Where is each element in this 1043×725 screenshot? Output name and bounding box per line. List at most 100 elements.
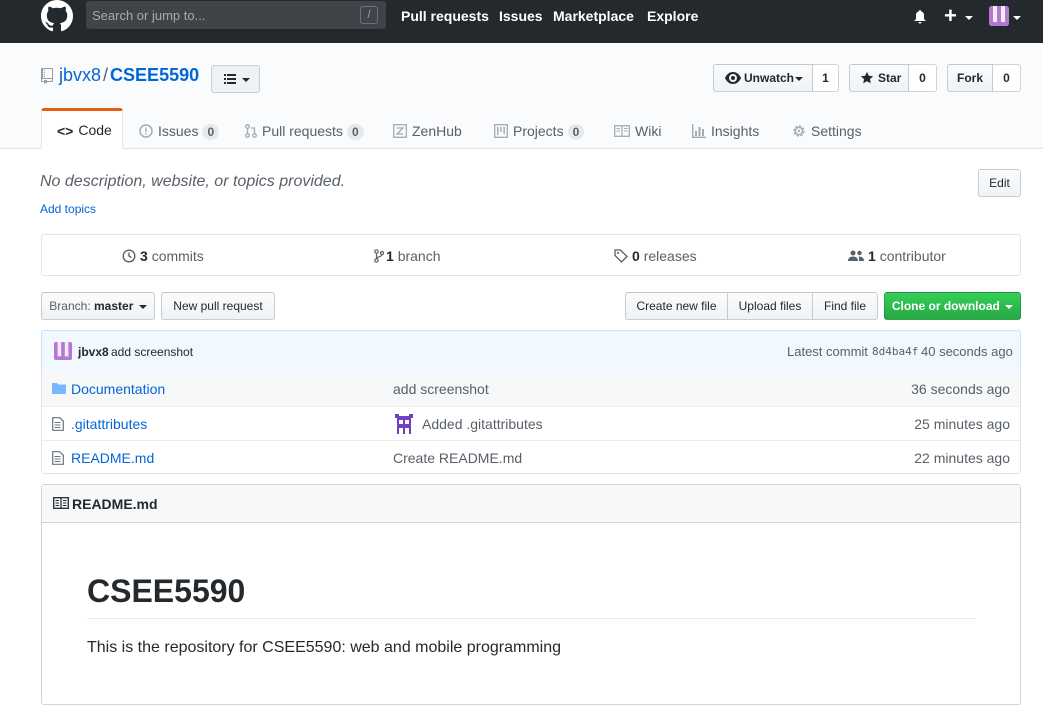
tab-wiki-label: Wiki xyxy=(635,123,662,139)
global-header: / Pull requests Issues Marketplace Explo… xyxy=(0,0,1043,43)
table-row: Documentation add screenshot 36 seconds … xyxy=(42,372,1020,406)
repo-name-link[interactable]: CSEE5590 xyxy=(110,65,199,85)
commit-sha-link[interactable]: 8d4ba4f xyxy=(872,345,918,358)
branch-prefix: Branch: xyxy=(49,299,91,313)
star-button[interactable]: Star xyxy=(849,64,909,92)
github-logo-icon[interactable] xyxy=(40,0,74,32)
tab-projects-label: Projects xyxy=(513,123,564,139)
forks-count[interactable]: 0 xyxy=(993,64,1021,92)
user-menu-caret-icon[interactable] xyxy=(1013,16,1021,20)
nav-explore[interactable]: Explore xyxy=(647,8,698,24)
tab-wiki[interactable]: Wiki xyxy=(614,123,661,149)
code-icon: <> xyxy=(57,123,74,140)
readme-body: This is the repository for CSEE5590: web… xyxy=(87,639,561,656)
projects-counter: 0 xyxy=(567,124,585,140)
unwatch-button[interactable]: Unwatch xyxy=(713,64,813,92)
contributors-link[interactable]: 1 contributor xyxy=(848,248,946,264)
tab-settings[interactable]: Settings xyxy=(792,123,862,149)
branches-link[interactable]: 1 branch xyxy=(374,248,441,264)
branch-select-button[interactable]: Branch: master xyxy=(41,292,155,320)
readme-box: README.md CSEE5590 This is the repositor… xyxy=(41,484,1021,705)
file-age: 25 minutes ago xyxy=(914,416,1010,432)
edit-description-button[interactable]: Edit xyxy=(978,169,1021,197)
fork-button[interactable]: Fork xyxy=(947,64,993,92)
graph-icon xyxy=(692,123,706,141)
repo-menu-button[interactable] xyxy=(211,65,260,93)
create-dropdown-caret-icon[interactable] xyxy=(965,16,973,20)
tab-zenhub[interactable]: ZenHub xyxy=(393,123,462,149)
stargazers-count[interactable]: 0 xyxy=(909,64,937,92)
file-name-link[interactable]: README.md xyxy=(71,450,154,466)
create-new-plus-icon[interactable]: + xyxy=(944,5,957,27)
fork-label: Fork xyxy=(956,71,983,85)
user-avatar[interactable] xyxy=(989,6,1009,26)
file-name-link[interactable]: .gitattributes xyxy=(71,416,147,432)
tab-insights-label: Insights xyxy=(711,123,760,139)
add-topics-link[interactable]: Add topics xyxy=(40,202,96,216)
issues-counter: 0 xyxy=(202,124,220,140)
repo-title: jbvx8/CSEE5590 xyxy=(59,65,199,86)
upload-files-button[interactable]: Upload files xyxy=(727,292,813,320)
search-shortcut-hint: / xyxy=(360,6,378,24)
file-age: 36 seconds ago xyxy=(911,381,1010,397)
find-file-button[interactable]: Find file xyxy=(812,292,878,320)
watchers-count[interactable]: 1 xyxy=(813,64,839,92)
nav-issues[interactable]: Issues xyxy=(499,8,543,24)
tab-issues-label: Issues xyxy=(158,123,199,139)
book-icon xyxy=(53,497,69,509)
file-commit-message-link[interactable]: Create README.md xyxy=(393,450,522,466)
commit-message-link[interactable]: add screenshot xyxy=(111,345,193,359)
list-icon xyxy=(224,74,236,84)
latest-commit-bar: jbvx8 add screenshot Latest commit 8d4ba… xyxy=(41,330,1021,373)
file-commit-message-link[interactable]: add screenshot xyxy=(393,381,489,397)
committer-avatar[interactable] xyxy=(393,414,415,434)
contributors-label: contributor xyxy=(879,248,946,264)
commit-age: 40 seconds ago xyxy=(921,344,1013,359)
identicon-icon xyxy=(989,6,1009,26)
repo-owner-link[interactable]: jbvx8 xyxy=(59,65,101,85)
file-commit-message-link[interactable]: Added .gitattributes xyxy=(422,416,543,432)
table-row: README.md Create README.md 22 minutes ag… xyxy=(42,440,1020,474)
commits-link[interactable]: 3 commits xyxy=(122,248,204,264)
tab-insights[interactable]: Insights xyxy=(692,123,759,149)
star-label: Star xyxy=(878,71,902,85)
new-pull-request-button[interactable]: New pull request xyxy=(161,292,275,320)
author-avatar[interactable] xyxy=(54,342,72,360)
latest-commit-label: Latest commit xyxy=(787,344,868,359)
nav-pull-requests[interactable]: Pull requests xyxy=(401,8,489,24)
tab-projects[interactable]: Projects 0 xyxy=(494,123,585,149)
repo-header: jbvx8/CSEE5590 Unwatch 1 Star 0 Fork 0 <… xyxy=(0,43,1043,149)
readme-filename: README.md xyxy=(72,496,158,512)
file-icon xyxy=(52,451,64,465)
chevron-down-icon xyxy=(138,304,147,309)
commit-author-link[interactable]: jbvx8 xyxy=(78,345,109,359)
file-icon xyxy=(52,417,64,431)
tab-pull-requests[interactable]: Pull requests 0 xyxy=(245,123,364,149)
file-name-link[interactable]: Documentation xyxy=(71,381,165,397)
chevron-down-icon xyxy=(242,78,250,82)
create-new-file-button[interactable]: Create new file xyxy=(625,292,728,320)
history-icon xyxy=(122,249,136,263)
issue-icon xyxy=(139,124,153,141)
branch-label: branch xyxy=(397,248,441,264)
commits-label: commits xyxy=(151,248,204,264)
tab-zenhub-label: ZenHub xyxy=(412,123,462,139)
tab-settings-label: Settings xyxy=(811,123,862,139)
branch-name: master xyxy=(94,299,134,313)
people-icon xyxy=(848,250,864,261)
readme-header: README.md xyxy=(42,485,1020,523)
tab-issues[interactable]: Issues 0 xyxy=(139,123,220,149)
nav-marketplace[interactable]: Marketplace xyxy=(553,8,634,24)
repo-icon xyxy=(41,68,53,84)
repo-description: No description, website, or topics provi… xyxy=(40,173,346,190)
tab-code[interactable]: <> Code xyxy=(41,108,123,149)
branch-icon xyxy=(374,249,385,263)
notifications-bell-icon[interactable] xyxy=(912,9,928,25)
releases-link[interactable]: 0 releases xyxy=(614,248,697,264)
search-box[interactable]: / xyxy=(86,1,386,29)
clone-or-download-button[interactable]: Clone or download xyxy=(884,292,1021,320)
tab-pull-requests-label: Pull requests xyxy=(262,123,343,139)
chevron-down-icon xyxy=(795,77,803,81)
readme-divider xyxy=(87,618,976,619)
search-input[interactable] xyxy=(92,4,352,26)
